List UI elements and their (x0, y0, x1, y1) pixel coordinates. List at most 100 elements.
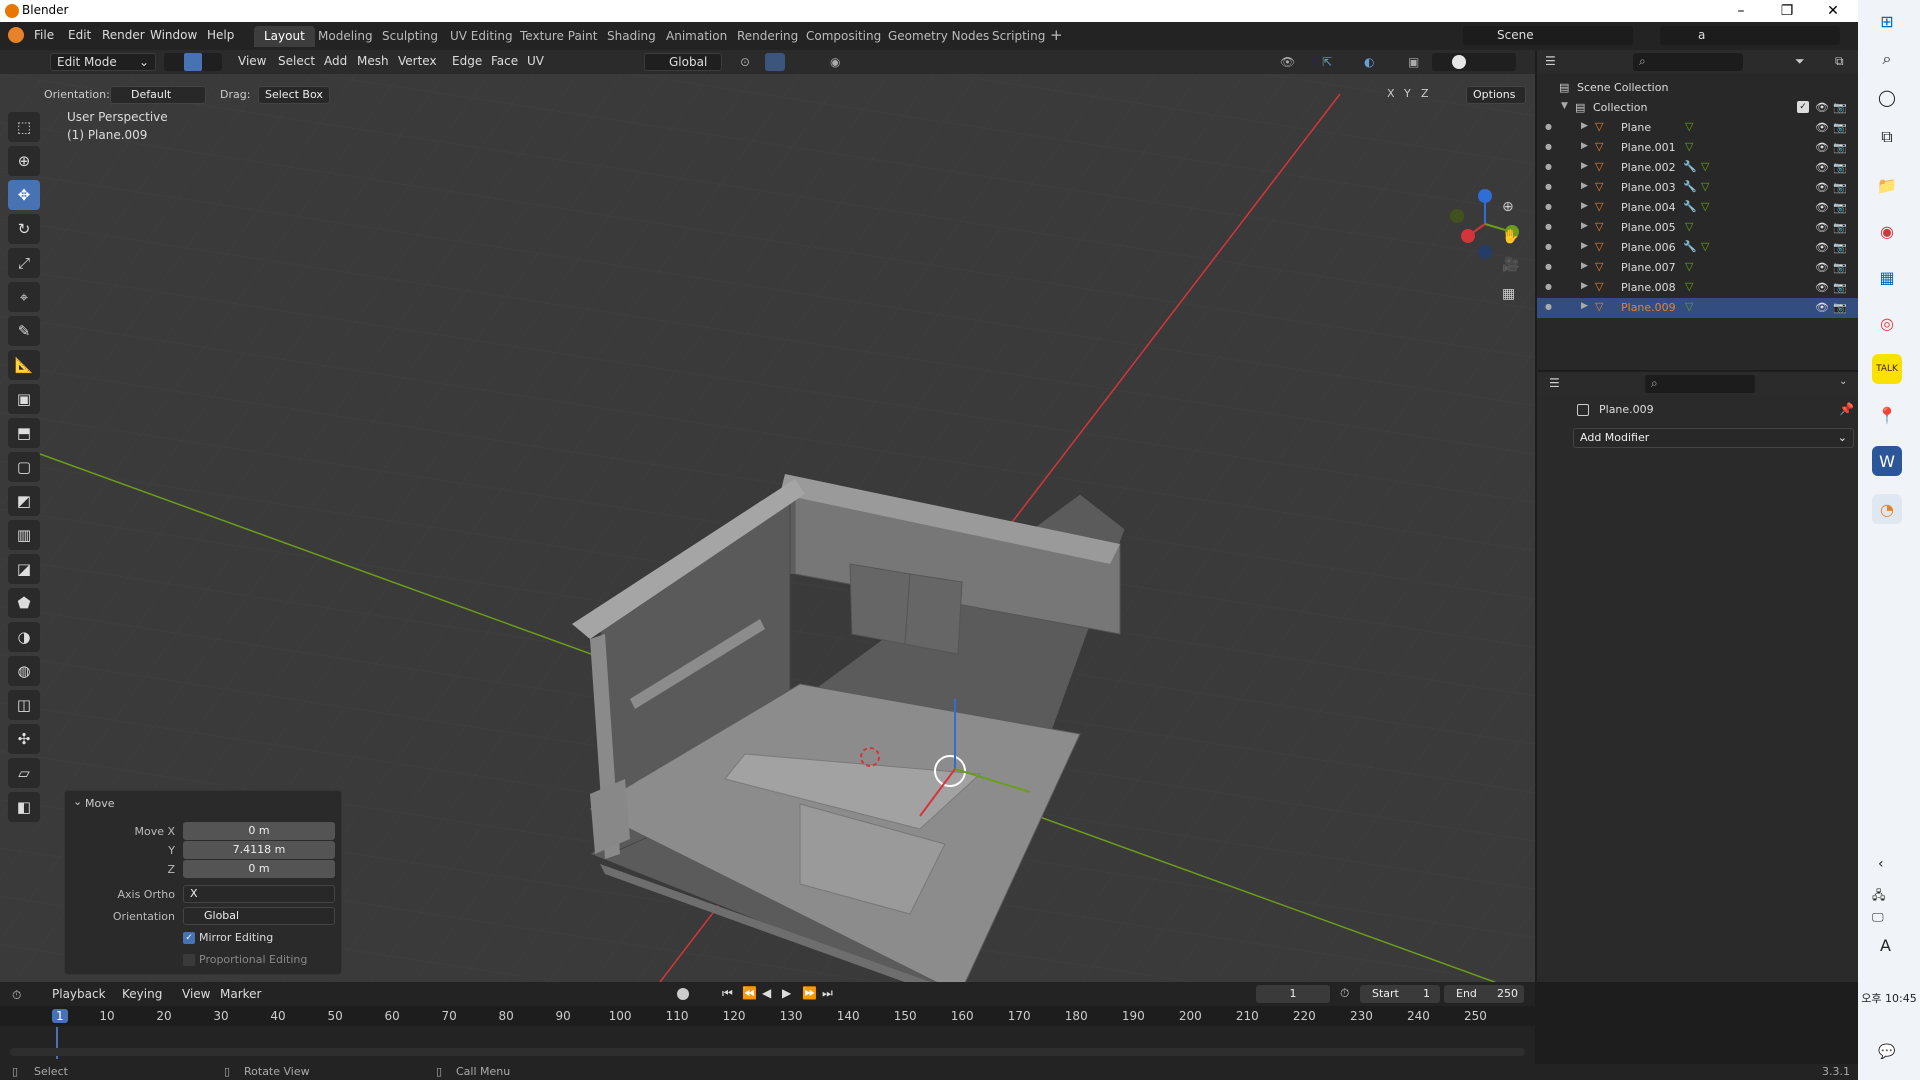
menu-edit[interactable]: Edit (68, 28, 91, 42)
end-frame-field[interactable]: End 250 (1444, 985, 1524, 1003)
app-icon[interactable]: ◎ (1872, 308, 1902, 338)
proportional-editing-icon[interactable]: ◉ (830, 55, 840, 69)
measure-icon[interactable]: 📐 (8, 350, 40, 380)
chevron-down-icon[interactable]: ⌄ (1839, 376, 1847, 387)
kakaotalk-icon[interactable]: TALK (1872, 354, 1902, 384)
mirror-z-button[interactable]: Z (1421, 87, 1429, 100)
prev-keyframe-icon[interactable]: ⏪ (742, 986, 757, 1000)
outliner-row[interactable]: ● ▶ ▽ Plane.009 ▽ 👁 📷 (1537, 298, 1858, 318)
display-icon[interactable]: 🖵 (1872, 910, 1884, 925)
axis-ortho-select[interactable]: X (183, 885, 335, 903)
app-pin-icon[interactable]: 📍 (1872, 400, 1902, 430)
camera-icon[interactable]: 📷 (1833, 301, 1847, 314)
eye-icon[interactable]: 👁 (1815, 181, 1829, 194)
camera-icon[interactable]: 📷 (1833, 221, 1847, 234)
timeline-menu-playback[interactable]: Playback (46, 986, 112, 1004)
move-y-field[interactable]: 7.4118 m (183, 841, 335, 859)
tab-animation[interactable]: Animation (656, 26, 737, 47)
xray-icon[interactable]: ▣ (1408, 55, 1419, 69)
orthographic-grid-icon[interactable]: ▦ (1502, 286, 1515, 302)
expand-arrow-icon[interactable]: ▶ (1581, 201, 1588, 211)
blender-taskbar-icon[interactable]: ◔ (1872, 494, 1902, 524)
outliner-search-input[interactable]: ⌕ (1633, 53, 1743, 71)
gizmo-icon[interactable]: ⇱ (1322, 55, 1332, 69)
expand-arrow-icon[interactable]: ▶ (1581, 221, 1588, 231)
eye-icon[interactable]: 👁 (1815, 281, 1829, 294)
select-box-icon[interactable]: ⬚ (8, 112, 40, 142)
timeline-menu-view[interactable]: View (176, 986, 216, 1004)
spin-icon[interactable]: ◑ (8, 622, 40, 652)
camera-icon[interactable]: 📷 (1833, 121, 1847, 134)
notification-icon[interactable]: 💬 (1878, 1044, 1895, 1060)
menu-vertex[interactable]: Vertex (392, 53, 443, 71)
word-icon[interactable]: W (1872, 446, 1902, 476)
timeline-menu-marker[interactable]: Marker (214, 986, 267, 1004)
smooth-icon[interactable]: ◍ (8, 656, 40, 686)
tab-scripting[interactable]: Scripting (982, 26, 1055, 47)
record-icon[interactable] (677, 988, 689, 1000)
calculator-icon[interactable]: ▦ (1872, 262, 1902, 292)
move-icon[interactable]: ✥ (8, 180, 40, 210)
network-icon[interactable]: 🖧 (1872, 886, 1885, 907)
mesh-data-icon[interactable]: ▽ (1701, 240, 1709, 253)
edge-slide-icon[interactable]: ◫ (8, 690, 40, 720)
viewlayer-selector[interactable]: a (1660, 26, 1840, 45)
expand-arrow-icon[interactable]: ▶ (1581, 281, 1588, 291)
cortana-icon[interactable]: ◯ (1872, 82, 1902, 112)
mirror-y-button[interactable]: Y (1404, 87, 1411, 100)
move-x-field[interactable]: 0 m (183, 822, 335, 840)
expand-arrow-icon[interactable]: ▶ (1581, 121, 1588, 131)
menu-file[interactable]: File (34, 28, 54, 42)
play-icon[interactable]: ▶ (782, 986, 791, 1000)
maximize-button[interactable]: ❐ (1764, 0, 1810, 22)
outliner-row[interactable]: ● ▶ ▽ Plane.001 ▽ 👁 📷 (1537, 138, 1858, 158)
new-collection-icon[interactable]: ⧉ (1835, 54, 1844, 69)
tab-texture-paint[interactable]: Texture Paint (510, 26, 607, 47)
outliner-row[interactable]: ● ▶ ▽ Plane.002 🔧 ▽ 👁 📷 (1537, 158, 1858, 178)
menu-edge[interactable]: Edge (446, 53, 488, 71)
mesh-data-icon[interactable]: ▽ (1685, 140, 1693, 153)
visibility-icon[interactable]: 👁 (1280, 55, 1295, 69)
mesh-data-icon[interactable]: ▽ (1685, 220, 1693, 233)
ime-indicator[interactable]: A (1880, 936, 1891, 955)
tab-sculpting[interactable]: Sculpting (372, 26, 448, 47)
scale-icon[interactable]: ⤢ (8, 248, 40, 278)
modifier-icon[interactable]: 🔧 (1683, 200, 1697, 213)
proportional-editing-checkbox[interactable] (183, 954, 195, 966)
camera-icon[interactable]: 📷 (1833, 281, 1847, 294)
next-keyframe-icon[interactable]: ⏩ (802, 986, 817, 1000)
add-workspace-icon[interactable]: + (1050, 26, 1063, 44)
mesh-data-icon[interactable]: ▽ (1685, 300, 1693, 313)
outliner-row[interactable]: ● ▶ ▽ Plane.006 🔧 ▽ 👁 📷 (1537, 238, 1858, 258)
modifier-icon[interactable]: 🔧 (1683, 160, 1697, 173)
camera-icon[interactable]: 📷 (1833, 101, 1847, 114)
drag-selector[interactable]: Select Box (258, 86, 330, 104)
eye-icon[interactable]: 👁 (1815, 301, 1829, 314)
outliner-row[interactable]: ● ▶ ▽ Plane ▽ 👁 📷 (1537, 118, 1858, 138)
expand-arrow-icon[interactable]: ▶ (1581, 301, 1588, 311)
menu-render[interactable]: Render (102, 28, 145, 42)
chrome-icon[interactable]: ◉ (1872, 216, 1902, 246)
eye-icon[interactable]: 👁 (1815, 141, 1829, 154)
windows-start-icon[interactable]: ⊞ (1872, 6, 1902, 36)
mesh-data-icon[interactable]: ▽ (1685, 280, 1693, 293)
menu-face[interactable]: Face (485, 53, 524, 71)
pin-icon[interactable]: 📌 (1839, 402, 1854, 416)
camera-icon[interactable]: 📷 (1833, 241, 1847, 254)
minimize-button[interactable]: – (1718, 0, 1764, 22)
move-z-field[interactable]: 0 m (183, 860, 335, 878)
chevron-down-icon[interactable]: ⌄ (73, 795, 82, 808)
annotate-icon[interactable]: ✎ (8, 316, 40, 346)
current-frame-field[interactable]: 1 (1256, 985, 1330, 1003)
collection-checkbox[interactable]: ✓ (1797, 101, 1809, 113)
tab-layout[interactable]: Layout (254, 26, 315, 47)
expand-arrow-icon[interactable]: ▶ (1581, 161, 1588, 171)
expand-arrow-icon[interactable]: ▶ (1581, 141, 1588, 151)
shrink-fatten-icon[interactable]: ✣ (8, 724, 40, 754)
clock[interactable]: 오후 10:45 (1858, 990, 1920, 1006)
start-frame-field[interactable]: Start 1 (1360, 985, 1440, 1003)
editor-type-icon[interactable]: ⏱ (12, 988, 21, 1003)
clock-icon[interactable]: ⏱ (1340, 986, 1349, 1001)
bevel-icon[interactable]: ◩ (8, 486, 40, 516)
solid-shading-icon[interactable] (1452, 55, 1466, 69)
